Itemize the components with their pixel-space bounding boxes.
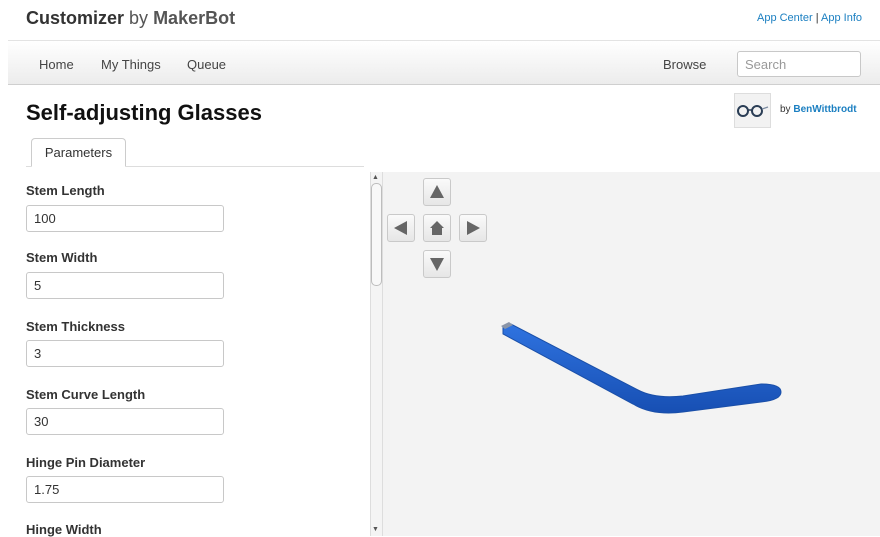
param-label-hinge-width: Hinge Width xyxy=(26,522,102,537)
param-label-stem-width: Stem Width xyxy=(26,250,98,265)
pan-down-button[interactable] xyxy=(423,250,451,278)
nav-item-queue[interactable]: Queue xyxy=(187,57,226,72)
model-viewer[interactable] xyxy=(383,172,880,536)
scroll-up-icon[interactable]: ▲ xyxy=(372,174,379,181)
app-brand[interactable]: Customizer by MakerBot xyxy=(26,8,235,29)
link-separator: | xyxy=(815,12,819,24)
nav-item-browse[interactable]: Browse xyxy=(663,57,706,72)
author-by: by xyxy=(780,104,791,115)
app-info-link[interactable]: App Info xyxy=(821,12,862,24)
param-label-stem-length: Stem Length xyxy=(26,183,105,198)
nav-item-my-things[interactable]: My Things xyxy=(101,57,161,72)
glasses-thumbnail-icon xyxy=(737,105,769,117)
pan-left-button[interactable] xyxy=(387,214,415,242)
right-arrow-icon xyxy=(467,221,480,235)
author-credit: by BenWittbrodt xyxy=(780,104,857,115)
pan-right-button[interactable] xyxy=(459,214,487,242)
home-icon xyxy=(430,221,444,235)
nav-item-home[interactable]: Home xyxy=(39,57,74,72)
scrollbar-thumb[interactable] xyxy=(371,183,382,286)
author-thumbnail[interactable] xyxy=(734,93,771,128)
param-input-hinge-pin-diameter[interactable] xyxy=(26,476,224,503)
scroll-down-icon[interactable]: ▼ xyxy=(372,526,379,533)
page-title: Self-adjusting Glasses xyxy=(26,100,262,125)
param-label-hinge-pin-diameter: Hinge Pin Diameter xyxy=(26,455,146,470)
param-label-stem-curve-length: Stem Curve Length xyxy=(26,387,146,402)
param-label-stem-thickness: Stem Thickness xyxy=(26,319,125,334)
pan-up-button[interactable] xyxy=(423,178,451,206)
reset-view-button[interactable] xyxy=(423,214,451,242)
brand-by: by xyxy=(129,8,149,28)
app-name: Customizer xyxy=(26,8,125,28)
brand-name: MakerBot xyxy=(153,8,236,28)
header-links: App Center | App Info xyxy=(757,12,862,24)
app-center-link[interactable]: App Center xyxy=(757,12,813,24)
tab-parameters[interactable]: Parameters xyxy=(31,138,126,167)
param-input-stem-length[interactable] xyxy=(26,205,224,232)
author-link[interactable]: BenWittbrodt xyxy=(793,104,856,115)
glasses-stem-model xyxy=(501,322,782,414)
param-input-stem-width[interactable] xyxy=(26,272,224,299)
up-arrow-icon xyxy=(430,185,444,198)
search-input[interactable] xyxy=(737,51,861,77)
param-input-stem-thickness[interactable] xyxy=(26,340,224,367)
param-input-stem-curve-length[interactable] xyxy=(26,408,224,435)
left-arrow-icon xyxy=(394,221,407,235)
down-arrow-icon xyxy=(430,258,444,271)
